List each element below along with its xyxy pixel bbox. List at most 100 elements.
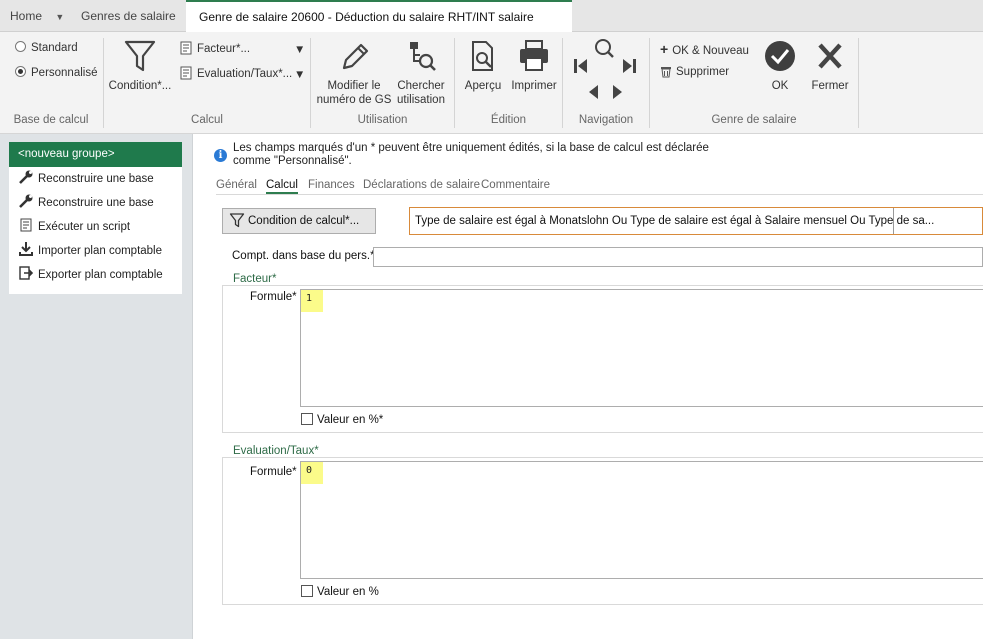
actions-panel: <nouveau groupe> Reconstruire une base R… (9, 142, 182, 294)
script-icon (20, 218, 32, 232)
compt-label: Compt. dans base du pers.* : (232, 250, 381, 262)
ribbon-group-genre-de-salaire: + OK & Nouveau Supprimer OK Fermer Genre … (650, 32, 858, 132)
supprimer-button[interactable]: Supprimer (660, 66, 729, 78)
tab-genre-20600[interactable]: Genre de salaire 20600 - Déduction du sa… (186, 0, 572, 56)
group-label-calcul: Calcul (191, 114, 223, 126)
left-pane: <nouveau groupe> Reconstruire une base R… (0, 134, 193, 639)
fermer-label: Fermer (811, 80, 849, 92)
radio-personnalise-label: Personnalisé (31, 67, 98, 79)
chercher-utilisation-button[interactable]: Chercher utilisation (393, 39, 449, 107)
chercher-label-2: utilisation (397, 94, 445, 106)
fermer-button[interactable]: Fermer (807, 39, 853, 93)
evaluation-legend: Evaluation/Taux* (231, 445, 321, 457)
checkbox-icon (301, 585, 313, 597)
evaluation-valeur-pourcent-checkbox[interactable]: Valeur en % (301, 585, 379, 598)
supprimer-label: Supprimer (676, 66, 730, 78)
facteur-checkbox-label: Valeur en %* (317, 414, 384, 426)
trash-icon (661, 67, 671, 78)
info-message: Les champs marqués d'un * peuvent être u… (233, 142, 713, 168)
modifier-label-1: Modifier le (327, 80, 381, 92)
condition-label: Condition*... (108, 80, 172, 92)
facteur-formula-value: 1 (301, 290, 323, 312)
evaluation-button[interactable]: Evaluation/Taux*... (179, 66, 292, 80)
next-record-icon[interactable] (613, 85, 622, 99)
tab-genres-de-salaire[interactable]: Genres de salaire (81, 0, 176, 32)
chevron-down-icon[interactable]: ▼ (55, 12, 64, 22)
tab-genres-label: Genres de salaire (81, 9, 176, 23)
info-line-1: Les champs marqués d'un * peuvent être u… (233, 142, 709, 154)
navigation-arrows (574, 39, 636, 99)
close-icon (818, 43, 842, 69)
ribbon-group-edition: Aperçu Imprimer Édition (455, 32, 562, 132)
chercher-label-1: Chercher (397, 80, 445, 92)
action-executer-script[interactable]: Exécuter un script (9, 215, 182, 239)
condition-button[interactable]: Condition*... (108, 39, 172, 93)
facteur-valeur-pourcent-checkbox[interactable]: Valeur en %* (301, 413, 383, 426)
subtab-commentaire[interactable]: Commentaire (481, 179, 550, 191)
group-label-navigation: Navigation (578, 114, 634, 126)
action-label: Exporter plan comptable (38, 269, 163, 281)
facteur-formula-editor[interactable]: 1 (300, 289, 983, 407)
action-label: Importer plan comptable (38, 245, 163, 257)
checkbox-icon (301, 413, 313, 425)
action-reconstruire-base-1[interactable]: Reconstruire une base (9, 167, 182, 191)
wrench-icon (19, 170, 33, 184)
action-label: Reconstruire une base (38, 173, 154, 185)
evaluation-formula-value: 0 (301, 462, 323, 484)
document-tab-bar: Home ▼ Genres de salaire Genre de salair… (0, 0, 983, 56)
last-record-icon[interactable] (623, 59, 636, 73)
action-importer-plan[interactable]: Importer plan comptable (9, 239, 182, 263)
evaluation-formula-editor[interactable]: 0 (300, 461, 983, 579)
chevron-down-icon[interactable]: ▼ (294, 69, 305, 81)
condition-text-field[interactable]: Type de salaire est égal à Monatslohn Ou… (409, 207, 983, 235)
previous-record-icon[interactable] (589, 85, 598, 99)
plus-icon: + (660, 41, 669, 57)
funnel-icon (229, 213, 245, 228)
ok-label: OK (771, 80, 789, 92)
action-reconstruire-base-2[interactable]: Reconstruire une base (9, 191, 182, 215)
wrench-icon (19, 194, 33, 208)
new-group-button[interactable]: <nouveau groupe> (9, 142, 182, 167)
apercu-label: Aperçu (464, 80, 502, 92)
radio-personnalise[interactable]: Personnalisé (15, 66, 97, 79)
export-icon (19, 266, 34, 280)
modifier-label-2: numéro de GS (316, 94, 392, 106)
subtab-general[interactable]: Général (216, 179, 257, 191)
evaluation-formula-label: Formule* : (250, 466, 304, 478)
compt-base-pers-field[interactable] (373, 247, 983, 267)
action-label: Reconstruire une base (38, 197, 154, 209)
facteur-label: Facteur*... (197, 43, 251, 55)
search-icon[interactable] (595, 39, 614, 58)
ribbon: Standard Personnalisé Base de calcul Con… (0, 32, 983, 134)
facteur-formula-label: Formule* : (250, 291, 304, 303)
imprimer-button[interactable]: Imprimer (509, 39, 559, 93)
evaluation-checkbox-label: Valeur en % (317, 586, 379, 598)
subtab-declarations[interactable]: Déclarations de salaire (363, 179, 480, 191)
modifier-numero-button[interactable]: Modifier le numéro de GS (315, 39, 393, 107)
checkmark-circle-icon (765, 41, 795, 71)
formula-doc-icon (180, 41, 192, 55)
ok-button[interactable]: OK (760, 39, 800, 93)
ribbon-group-utilisation: Modifier le numéro de GS Chercher utilis… (311, 32, 454, 132)
ok-nouveau-button[interactable]: + OK & Nouveau (660, 41, 749, 57)
field-divider (893, 208, 894, 234)
apercu-button[interactable]: Aperçu (459, 39, 507, 93)
action-exporter-plan[interactable]: Exporter plan comptable (9, 263, 182, 287)
subtab-finances[interactable]: Finances (308, 179, 355, 191)
ok-nouveau-label: OK & Nouveau (672, 45, 749, 57)
radio-standard[interactable]: Standard (15, 41, 78, 54)
radio-on-icon (15, 66, 26, 77)
subtab-calcul[interactable]: Calcul (266, 179, 298, 194)
info-icon: i (214, 149, 227, 162)
printer-icon (520, 40, 548, 71)
condition-de-calcul-button[interactable]: Condition de calcul*... (222, 208, 376, 234)
group-label-base-de-calcul: Base de calcul (13, 114, 89, 126)
funnel-icon (124, 40, 156, 72)
first-record-icon[interactable] (574, 59, 587, 73)
pencil-icon (342, 43, 369, 70)
chevron-down-icon[interactable]: ▼ (294, 44, 305, 56)
formula-doc-icon (180, 66, 192, 80)
condition-text-value: Type de salaire est égal à Monatslohn Ou… (415, 215, 935, 227)
facteur-button[interactable]: Facteur*... (179, 41, 250, 55)
tab-home[interactable]: Home ▼ (10, 0, 64, 32)
